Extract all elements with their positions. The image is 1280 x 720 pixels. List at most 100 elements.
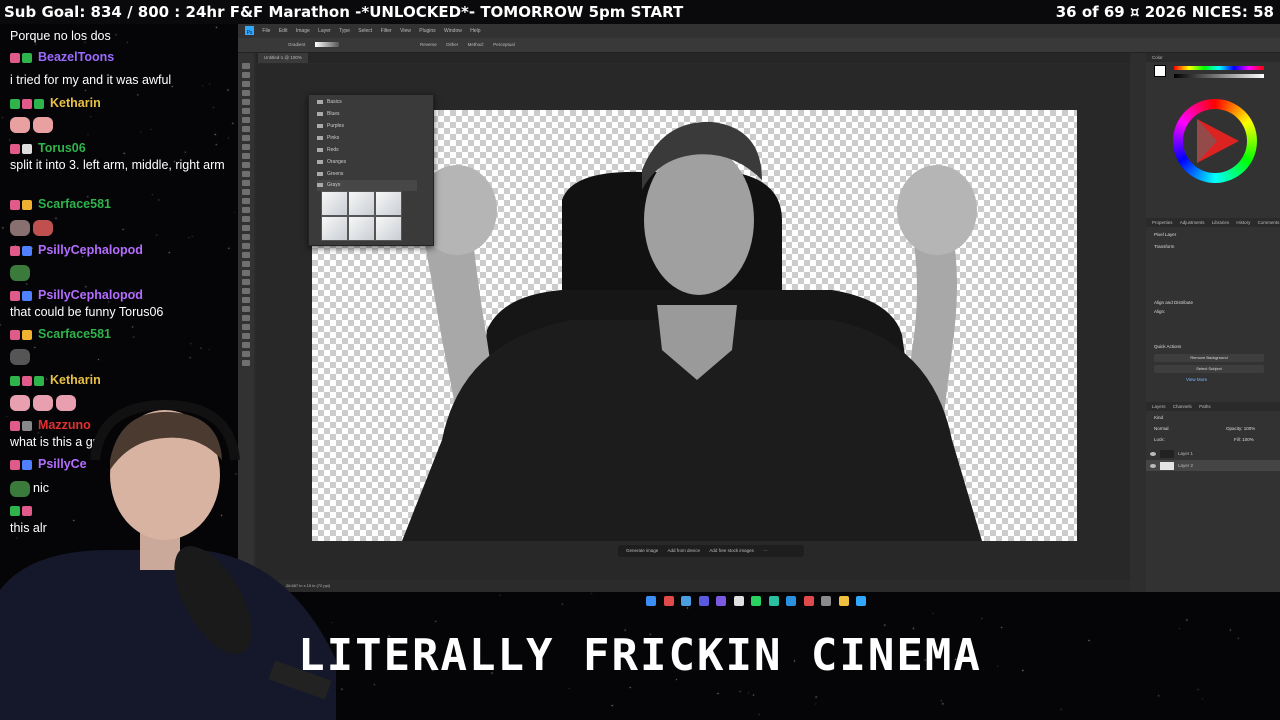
tool-icon[interactable] bbox=[242, 180, 250, 186]
layer-filter-kind[interactable]: Kind bbox=[1154, 415, 1163, 420]
tool-icon[interactable] bbox=[242, 225, 250, 231]
fill-field[interactable]: Fill: 100% bbox=[1234, 437, 1254, 442]
gradient-swatch[interactable] bbox=[321, 216, 348, 241]
tool-icon[interactable] bbox=[242, 324, 250, 330]
menu-filter[interactable]: Filter bbox=[381, 24, 392, 38]
taskbar-app-icon[interactable] bbox=[698, 596, 709, 606]
tool-icon[interactable] bbox=[242, 252, 250, 258]
tool-icon[interactable] bbox=[242, 162, 250, 168]
menu-plugins[interactable]: Plugins bbox=[419, 24, 435, 38]
add-from-device-button[interactable]: Add from device bbox=[668, 545, 701, 557]
tool-icon[interactable] bbox=[242, 117, 250, 123]
preset-folder[interactable]: Greens bbox=[317, 169, 417, 180]
menu-image[interactable]: Image bbox=[296, 24, 310, 38]
tab-channels[interactable]: Channels bbox=[1173, 404, 1192, 409]
tool-icon[interactable] bbox=[242, 90, 250, 96]
preset-folder[interactable]: Reds bbox=[317, 145, 417, 156]
tool-icon[interactable] bbox=[242, 297, 250, 303]
gradient-swatch[interactable] bbox=[375, 191, 402, 216]
menu-view[interactable]: View bbox=[400, 24, 411, 38]
gradient-swatch[interactable] bbox=[348, 216, 375, 241]
transform-section[interactable]: Transform bbox=[1154, 244, 1174, 249]
tool-icon[interactable] bbox=[242, 99, 250, 105]
tool-icon[interactable] bbox=[242, 72, 250, 78]
tool-icon[interactable] bbox=[242, 261, 250, 267]
quick-actions-section[interactable]: Quick Actions bbox=[1154, 344, 1181, 349]
tab-libraries[interactable]: Libraries bbox=[1212, 220, 1229, 225]
gradient-preset-select[interactable]: Gradient bbox=[288, 38, 305, 52]
tool-icon[interactable] bbox=[242, 351, 250, 357]
method-select[interactable]: Perceptual bbox=[493, 38, 515, 52]
menu-type[interactable]: Type bbox=[339, 24, 350, 38]
preset-folder-selected[interactable]: Grays bbox=[317, 180, 417, 191]
tool-icon[interactable] bbox=[242, 279, 250, 285]
more-options-icon[interactable]: ⋯ bbox=[763, 545, 768, 557]
generate-image-button[interactable]: Generate image bbox=[626, 545, 658, 557]
tab-adjustments[interactable]: Adjustments bbox=[1180, 220, 1205, 225]
tool-icon[interactable] bbox=[242, 333, 250, 339]
align-section[interactable]: Align and Distribute bbox=[1154, 300, 1193, 305]
blend-mode-select[interactable]: Normal bbox=[1154, 426, 1169, 431]
taskbar-app-icon[interactable] bbox=[646, 596, 656, 606]
preset-folder[interactable]: Purples bbox=[317, 121, 417, 132]
tab-properties[interactable]: Properties bbox=[1152, 220, 1173, 225]
taskbar-app-icon[interactable] bbox=[821, 596, 831, 606]
tool-icon[interactable] bbox=[242, 126, 250, 132]
hue-slider[interactable] bbox=[1174, 66, 1264, 70]
gradient-swatch[interactable] bbox=[314, 42, 339, 48]
tool-icon[interactable] bbox=[242, 198, 250, 204]
tool-icon[interactable] bbox=[242, 189, 250, 195]
taskbar-app-icon[interactable] bbox=[716, 596, 726, 606]
preset-folder[interactable]: Basics bbox=[317, 97, 417, 108]
taskbar-app-icon[interactable] bbox=[681, 596, 691, 606]
tool-icon[interactable] bbox=[242, 81, 250, 87]
eye-icon[interactable] bbox=[1150, 463, 1156, 468]
menu-select[interactable]: Select bbox=[358, 24, 372, 38]
tool-icon[interactable] bbox=[242, 306, 250, 312]
preset-folder[interactable]: Blues bbox=[317, 109, 417, 120]
gradient-swatch[interactable] bbox=[348, 191, 375, 216]
tool-icon[interactable] bbox=[242, 153, 250, 159]
gradient-swatch[interactable] bbox=[375, 216, 402, 241]
taskbar-app-icon[interactable] bbox=[803, 596, 814, 606]
tool-icon[interactable] bbox=[242, 234, 250, 240]
menu-help[interactable]: Help bbox=[470, 24, 480, 38]
gradient-preset-picker[interactable]: Basics Blues Purples Pinks Reds Oranges … bbox=[308, 94, 434, 246]
menu-file[interactable]: File bbox=[262, 24, 270, 38]
reverse-checkbox[interactable]: Reverse bbox=[420, 38, 437, 52]
canvas-area[interactable]: Basics Blues Purples Pinks Reds Oranges … bbox=[256, 64, 1138, 584]
tool-icon[interactable] bbox=[242, 288, 250, 294]
select-subject-button[interactable]: Select Subject bbox=[1154, 365, 1264, 373]
tool-icon[interactable] bbox=[242, 144, 250, 150]
opacity-field[interactable]: Opacity: 100% bbox=[1226, 426, 1255, 431]
document-tab[interactable]: Untitled-1 @ 100% bbox=[258, 53, 308, 63]
eye-icon[interactable] bbox=[1150, 451, 1156, 456]
preset-folder[interactable]: Oranges bbox=[317, 157, 417, 168]
color-wheel[interactable] bbox=[1173, 99, 1257, 183]
taskbar-app-icon[interactable] bbox=[838, 596, 849, 606]
menu-layer[interactable]: Layer bbox=[318, 24, 331, 38]
taskbar-app-icon[interactable] bbox=[856, 596, 866, 606]
layer-row-selected[interactable]: Layer 2 bbox=[1146, 460, 1280, 471]
tool-icon[interactable] bbox=[242, 171, 250, 177]
taskbar-app-icon[interactable] bbox=[663, 596, 674, 606]
brightness-slider[interactable] bbox=[1174, 74, 1264, 78]
taskbar-app-icon[interactable] bbox=[751, 596, 761, 606]
tab-paths[interactable]: Paths bbox=[1199, 404, 1211, 409]
gradient-swatch[interactable] bbox=[321, 191, 348, 216]
tool-icon[interactable] bbox=[242, 63, 250, 69]
tool-icon[interactable] bbox=[242, 315, 250, 321]
add-stock-images-button[interactable]: Add free stock images bbox=[709, 545, 754, 557]
tab-comments[interactable]: Comments bbox=[1258, 220, 1280, 225]
tool-icon[interactable] bbox=[242, 207, 250, 213]
tab-layers[interactable]: Layers bbox=[1152, 404, 1166, 409]
tab-history[interactable]: History bbox=[1236, 220, 1250, 225]
remove-background-button[interactable]: Remove Background bbox=[1154, 354, 1264, 362]
tool-icon[interactable] bbox=[242, 135, 250, 141]
tool-icon[interactable] bbox=[242, 360, 250, 366]
view-more-link[interactable]: View More bbox=[1186, 377, 1207, 382]
menu-edit[interactable]: Edit bbox=[279, 24, 288, 38]
tool-icon[interactable] bbox=[242, 108, 250, 114]
taskbar-app-icon[interactable] bbox=[768, 596, 779, 606]
menu-window[interactable]: Window bbox=[444, 24, 462, 38]
